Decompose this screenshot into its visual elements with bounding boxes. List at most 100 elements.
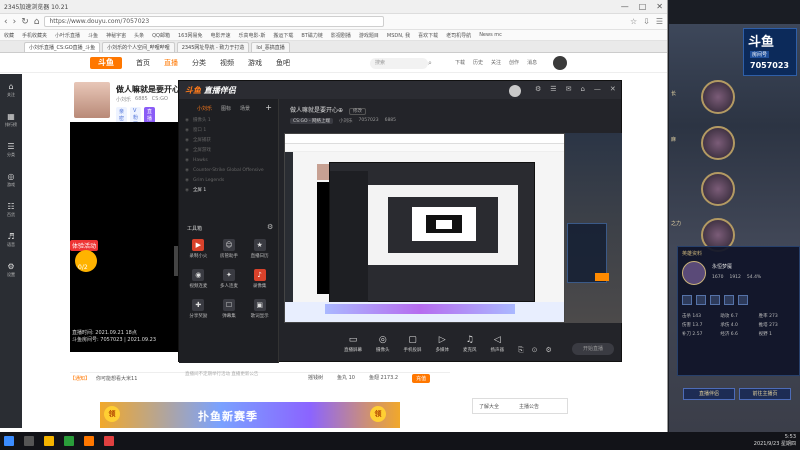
nav-item[interactable]: 分类 xyxy=(192,58,206,68)
header-link[interactable]: 消息 xyxy=(527,59,537,66)
menu-icon[interactable]: ☰ xyxy=(656,17,663,26)
nav-item[interactable]: 直播 xyxy=(164,58,178,68)
visibility-icon[interactable]: ◉ xyxy=(185,186,189,196)
bookmark-item[interactable]: 电影开速 xyxy=(211,32,231,39)
header-link[interactable]: 关注 xyxy=(491,59,501,66)
bookmark-item[interactable]: MSDN, 我 xyxy=(387,32,410,39)
notice-text[interactable]: 你可能想看大米11 xyxy=(96,375,137,382)
gear-icon[interactable]: ⚙ xyxy=(267,223,273,231)
window-control-icon[interactable]: ⚙ xyxy=(535,85,541,93)
scene-item[interactable]: ◉ Grim Legends xyxy=(185,176,278,186)
folder-icon[interactable] xyxy=(44,436,54,446)
header-link[interactable]: 历史 xyxy=(473,59,483,66)
browser-tab[interactable]: 小刘乐的个人空间_哔哩哔哩 xyxy=(102,42,175,52)
toolbox-item[interactable]: ◉ 视频连麦 xyxy=(183,269,214,289)
window-control-icon[interactable]: — xyxy=(594,85,601,93)
window-control-icon[interactable]: ⌂ xyxy=(580,85,584,93)
visibility-icon[interactable]: ◉ xyxy=(185,156,189,166)
control-icon[interactable]: ⚙ xyxy=(545,346,551,355)
bookmark-item[interactable]: 头条 xyxy=(134,32,144,39)
visibility-icon[interactable]: ◉ xyxy=(185,146,189,156)
back-icon[interactable]: ‹ xyxy=(4,17,8,27)
scene-item[interactable]: ◉ Hawks xyxy=(185,156,278,166)
toolbox-item[interactable]: ☺ 房管助手 xyxy=(214,239,245,259)
address-bar[interactable]: https://www.douyu.com/7057023 xyxy=(44,16,385,27)
source-control[interactable]: ▭ 直播屏幕 xyxy=(344,335,362,353)
scene-item[interactable]: ◉ 窗口 1 xyxy=(185,126,278,136)
bookmark-item[interactable]: News mc xyxy=(479,32,502,38)
companion-icon[interactable] xyxy=(104,436,114,446)
visibility-icon[interactable]: ◉ xyxy=(185,116,189,126)
scene-item[interactable]: ◉ Counter-Strike Global Offensive xyxy=(185,166,278,176)
nav-item[interactable]: 游戏 xyxy=(248,58,262,68)
bookmark-item[interactable]: 神秘宇宙 xyxy=(106,32,126,39)
source-control[interactable]: ▷ 多媒体 xyxy=(436,335,450,353)
search-icon[interactable] xyxy=(24,436,34,446)
search-icon[interactable]: ⌕ xyxy=(428,59,432,68)
control-icon[interactable]: ⊙ xyxy=(532,346,538,355)
bookmark-item[interactable]: 收藏 xyxy=(4,32,14,39)
event-badge[interactable]: 体验活动 0/2 xyxy=(70,240,104,274)
money-tree-link[interactable]: 摇钱树 xyxy=(308,374,323,383)
room-meta-item[interactable]: CS:GO - 网络上端 xyxy=(290,118,334,124)
source-control[interactable]: ▢ 手机投屏 xyxy=(404,335,422,353)
minimize-button[interactable]: — xyxy=(621,2,629,11)
home-icon[interactable]: ⌂ xyxy=(34,17,40,27)
refresh-icon[interactable]: ↻ xyxy=(21,17,29,27)
companion-button[interactable]: 直播伴侣 xyxy=(683,388,735,400)
bookmark-item[interactable]: 斗鱼 xyxy=(88,32,98,39)
toolbox-item[interactable]: ☐ 弹幕集 xyxy=(214,299,245,319)
bookmark-item[interactable]: QQ邮箱 xyxy=(152,32,170,39)
search-input[interactable]: 搜索 xyxy=(370,58,428,69)
toolbox-item[interactable]: ★ 直播日历 xyxy=(244,239,275,259)
header-link[interactable]: 下载 xyxy=(455,59,465,66)
scene-tab[interactable]: 场景 xyxy=(240,105,250,112)
edit-button[interactable]: 修改 xyxy=(348,108,366,115)
browser-icon[interactable] xyxy=(64,436,74,446)
maximize-button[interactable]: □ xyxy=(639,2,647,11)
avatar[interactable] xyxy=(553,56,567,70)
source-control[interactable]: ♫ 麦克风 xyxy=(463,335,477,353)
sidebar-item[interactable]: ⌂ 关注 xyxy=(7,82,15,98)
window-control-icon[interactable]: ✉ xyxy=(566,85,572,93)
sidebar-item[interactable]: ⚙ 设置 xyxy=(7,262,15,278)
side-tab[interactable]: 了解大全 xyxy=(479,403,499,410)
nav-item[interactable]: 鱼吧 xyxy=(276,58,290,68)
sidebar-item[interactable]: ▦ 排行榜 xyxy=(5,112,17,128)
close-button[interactable]: ✕ xyxy=(656,2,663,11)
bookmark-item[interactable]: 乐高电影-斯 xyxy=(239,32,266,39)
start-stream-button[interactable]: 开始直播 xyxy=(572,343,614,355)
visibility-icon[interactable]: ◉ xyxy=(185,176,189,186)
side-tab[interactable]: 主播公告 xyxy=(519,403,539,410)
stream-preview[interactable] xyxy=(284,133,565,323)
bookmark-item[interactable]: 小叶乐直播 xyxy=(55,32,80,39)
visibility-icon[interactable]: ◉ xyxy=(185,136,189,146)
scene-item[interactable]: ◉ 全屏 1 xyxy=(185,186,278,196)
avatar[interactable] xyxy=(509,85,521,97)
window-control-icon[interactable]: ✕ xyxy=(610,85,616,93)
bookmark-item[interactable]: 手机收藏夹 xyxy=(22,32,47,39)
window-control-icon[interactable]: ☰ xyxy=(550,85,556,93)
scene-item[interactable]: ◉ 摄像头 1 xyxy=(185,116,278,126)
toolbox-item[interactable]: ▶ 录制小火 xyxy=(183,239,214,259)
sidebar-item[interactable]: ☷ 百货 xyxy=(7,202,15,218)
sidebar-item[interactable]: ◎ 游戏 xyxy=(7,172,15,188)
control-icon[interactable]: ⎘ xyxy=(518,346,524,355)
bookmark-item[interactable]: 163网易免 xyxy=(178,32,203,39)
bookmark-item[interactable]: BT磁力链 xyxy=(301,32,323,39)
toolbox-item[interactable]: ▣ 歌词显示 xyxy=(244,299,275,319)
source-control[interactable]: ◎ 摄像头 xyxy=(376,335,390,353)
promo-banner[interactable]: 领 扑鱼新赛季 领 xyxy=(100,402,400,428)
scene-item[interactable]: ◉ 全屏捕获 xyxy=(185,136,278,146)
star-icon[interactable]: ☆ xyxy=(630,17,637,26)
add-tab-button[interactable]: + xyxy=(265,103,272,112)
toolbox-item[interactable]: ✚ 分享奖励 xyxy=(183,299,214,319)
start-icon[interactable] xyxy=(4,436,14,446)
source-control[interactable]: ◁ 扬声器 xyxy=(491,335,505,353)
sidebar-item[interactable]: ♬ 语音 xyxy=(7,232,15,248)
go-streamer-button[interactable]: 前往主播页 xyxy=(739,388,791,400)
bookmark-item[interactable]: 喜欢下载 xyxy=(418,32,438,39)
toolbox-item[interactable]: ♪ 录像集 xyxy=(244,269,275,289)
bookmark-item[interactable]: 搬运下载 xyxy=(273,32,293,39)
bookmark-item[interactable]: 影视剧播 xyxy=(331,32,351,39)
